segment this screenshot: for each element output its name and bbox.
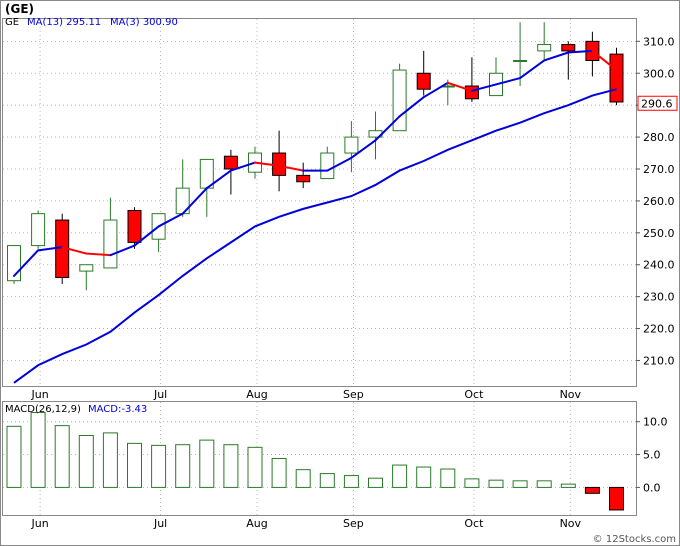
macd-bar-positive: [151, 444, 167, 488]
macd-y-tick-label: 0.0: [643, 481, 661, 494]
macd-y-tick-label: 5.0: [643, 449, 661, 462]
price-y-tick-label: 300.0: [643, 67, 675, 80]
macd-bar-positive: [512, 480, 528, 488]
macd-bar-positive: [464, 478, 480, 488]
price-x-tick-label: Jun: [31, 388, 49, 401]
macd-panel: 0.0 5.0 10.0 Jun Jul Aug Sep Oct Nov MACD(26,12…: [2, 401, 668, 530]
candle-body-up: [320, 152, 335, 180]
macd-plot-frame: [2, 401, 637, 516]
macd-bar-positive: [54, 425, 70, 488]
macd-bar-positive: [175, 444, 191, 488]
source-credit: © 12Stocks.com: [593, 534, 676, 545]
price-y-tick-label: 280.0: [643, 131, 675, 144]
price-x-tick-label: Nov: [560, 388, 582, 401]
macd-bar-positive: [295, 469, 311, 488]
macd-x-tick-label: Jun: [31, 517, 49, 530]
price-y-tick-label: 310.0: [643, 35, 675, 48]
candle-body-down: [223, 155, 238, 170]
candle-body-down: [296, 174, 311, 183]
macd-bar-positive: [319, 473, 335, 488]
candle-body-down: [561, 44, 576, 52]
macd-bar-positive: [199, 439, 215, 488]
macd-bar-positive: [30, 412, 46, 488]
candle-body-up: [537, 44, 552, 52]
macd-bar-positive: [416, 466, 432, 488]
macd-x-tick-label: Nov: [560, 517, 582, 530]
candle-body-up: [344, 136, 359, 154]
macd-bar-positive: [343, 475, 359, 488]
macd-legend: MACD(26,12,9) MACD:-3.43: [5, 404, 147, 415]
macd-bar-positive: [440, 468, 456, 488]
price-y-tick-label: 270.0: [643, 163, 675, 176]
macd-x-tick-label: Jul: [153, 517, 167, 530]
price-y-tick-label: 210.0: [643, 354, 675, 367]
price-x-tick-label: Oct: [464, 388, 484, 401]
chart-canvas: 210.0 220.0 230.0 240.0 250.0 260.0 270.0 280.0…: [0, 0, 680, 546]
price-legend-item: MA(3) 300.90: [110, 17, 178, 28]
macd-legend-item: MACD(26,12,9): [5, 404, 81, 415]
macd-bar-positive: [536, 480, 552, 488]
price-x-tick-label: Sep: [343, 388, 364, 401]
price-x-tick-label: Jul: [153, 388, 167, 401]
macd-x-tick-label: Aug: [246, 517, 267, 530]
macd-x-tick-label: Oct: [464, 517, 484, 530]
candle-body-up: [31, 213, 46, 247]
candle-body-down: [464, 85, 479, 100]
candle-body-up: [513, 59, 528, 62]
candle-body-down: [609, 53, 624, 103]
price-legend-item: GE: [5, 17, 19, 28]
macd-legend-item: MACD:-3.43: [88, 404, 147, 415]
macd-bar-positive: [271, 458, 287, 488]
macd-bar-positive: [368, 477, 383, 488]
macd-bar-positive: [392, 464, 408, 488]
price-legend-item: MA(13) 295.11: [27, 17, 101, 28]
macd-y-tick-label: 10.0: [643, 416, 668, 429]
last-price-badge: 290.6: [637, 95, 678, 111]
candle-body-down: [416, 72, 431, 90]
macd-bar-positive: [560, 483, 576, 488]
macd-bar-positive: [223, 444, 239, 488]
macd-bar-positive: [247, 446, 263, 488]
price-legend: GE MA(13) 295.11 MA(3) 300.90: [5, 17, 178, 28]
macd-bar-positive: [127, 442, 142, 488]
macd-bar-positive: [78, 435, 94, 488]
price-y-tick-label: 230.0: [643, 291, 675, 304]
price-y-tick-label: 260.0: [643, 195, 675, 208]
macd-bar-negative: [609, 486, 624, 511]
price-y-tick-label: 220.0: [643, 323, 675, 336]
candle-body-down: [127, 209, 142, 243]
price-y-tick-label: 240.0: [643, 259, 675, 272]
price-panel: 210.0 220.0 230.0 240.0 250.0 260.0 270.0 280.0…: [2, 17, 678, 401]
candle-body-up: [103, 219, 118, 269]
macd-bar-positive: [488, 479, 504, 488]
macd-bar-positive: [102, 432, 118, 488]
last-price-value: 290.6: [641, 97, 673, 110]
stock-chart: 210.0 220.0 230.0 240.0 250.0 260.0 270.0 280.0…: [0, 0, 680, 546]
candle-body-up: [79, 264, 94, 272]
symbol-title: (GE): [5, 2, 34, 16]
price-y-tick-label: 250.0: [643, 227, 675, 240]
macd-bar-positive: [6, 425, 22, 488]
price-x-tick-label: Aug: [246, 388, 267, 401]
price-plot-frame: [2, 18, 637, 387]
macd-bar-negative: [584, 486, 600, 494]
macd-x-tick-label: Sep: [343, 517, 364, 530]
